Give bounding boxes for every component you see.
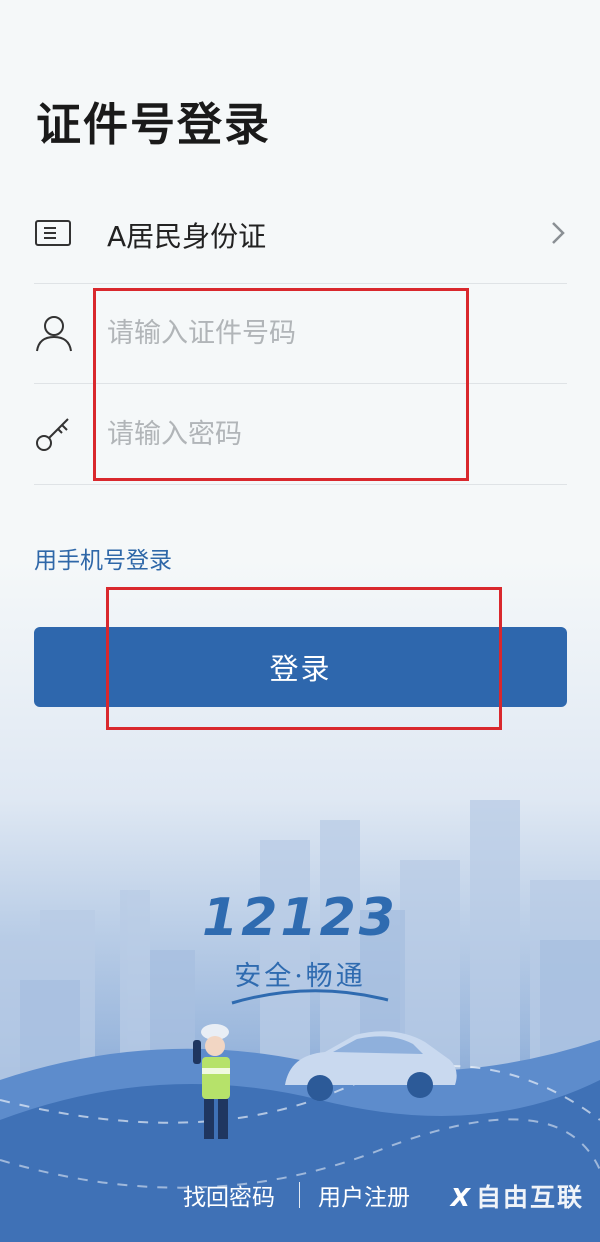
brand-slogan: 安全·畅通: [234, 961, 366, 992]
id-card-icon: [35, 220, 71, 246]
page-title: 证件号登录: [36, 98, 272, 151]
id-type-selector[interactable]: A居民身份证: [34, 183, 567, 284]
watermark: X 自由互联: [451, 1178, 584, 1214]
highlight-box-login-button: [106, 587, 502, 730]
login-screen: 证件号登录 A居民身份证 用手机号登录 登录: [0, 0, 600, 1242]
forgot-password-link[interactable]: 找回密码: [183, 1178, 275, 1212]
key-icon: [36, 418, 69, 451]
user-icon: [36, 316, 72, 352]
watermark-text: 自由互联: [475, 1183, 584, 1212]
register-link[interactable]: 用户注册: [318, 1178, 410, 1212]
phone-login-link[interactable]: 用手机号登录: [34, 541, 172, 575]
brand-logo-number: 12123: [202, 888, 398, 948]
highlight-box-inputs: [93, 288, 469, 481]
footer-divider: [299, 1182, 300, 1208]
watermark-x-icon: X: [450, 1183, 472, 1212]
id-type-label: A居民身份证: [107, 220, 267, 253]
chevron-right-icon: [552, 222, 565, 244]
